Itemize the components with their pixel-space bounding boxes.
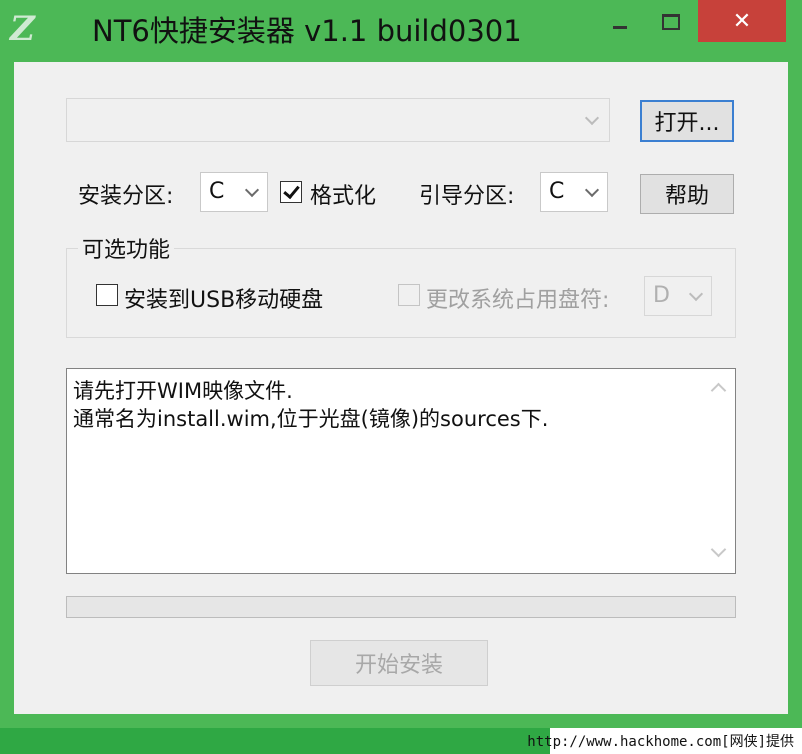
usb-install-label: 安装到USB移动硬盘 [124,288,324,313]
start-install-button[interactable]: 开始安装 [310,640,488,686]
maximize-icon [662,14,680,30]
open-button[interactable]: 打开... [640,100,734,142]
scroll-down-icon[interactable] [710,541,727,558]
format-label: 格式化 [310,184,377,209]
message-line: 通常名为install.wim,位于光盘(镜像)的sources下. [73,407,549,431]
help-button[interactable]: 帮助 [640,174,734,214]
title-bar[interactable]: Z NT6快捷安装器 v1.1 build0301 ✕ [0,0,802,62]
app-window: Z NT6快捷安装器 v1.1 build0301 ✕ 打开... 安装分区: … [0,0,802,728]
install-partition-select[interactable]: C [200,172,268,212]
maximize-button[interactable] [646,2,696,42]
minimize-button[interactable] [594,2,646,42]
source-credit-bar: http://www.hackhome.com[网侠]提供 [0,728,802,754]
close-icon: ✕ [732,8,752,34]
scroll-up-icon[interactable] [710,382,727,399]
install-partition-label: 安装分区: [78,184,174,209]
format-checkbox[interactable] [280,181,302,203]
drive-letter-value: D [653,283,670,308]
app-logo-icon: Z [10,9,35,49]
chevron-down-icon [244,182,260,198]
change-drive-letter-label: 更改系统占用盘符: [426,288,610,313]
boot-partition-label: 引导分区: [419,184,515,209]
footer-accent [0,728,550,754]
install-progress-bar [66,596,736,618]
chevron-down-icon [584,182,600,198]
chevron-down-icon [584,110,600,126]
usb-install-checkbox[interactable] [96,284,118,306]
source-credit[interactable]: http://www.hackhome.com[网侠]提供 [527,731,794,751]
window-title: NT6快捷安装器 v1.1 build0301 [92,14,522,48]
message-line: 请先打开WIM映像文件. [73,379,293,403]
boot-partition-value: C [549,179,565,204]
chevron-down-icon [688,286,704,302]
close-button[interactable]: ✕ [698,0,786,42]
wim-path-combobox[interactable] [66,98,610,142]
minimize-icon [613,25,627,29]
change-drive-letter-checkbox[interactable] [398,284,420,306]
drive-letter-select[interactable]: D [644,276,712,316]
message-log[interactable]: 请先打开WIM映像文件. 通常名为install.wim,位于光盘(镜像)的so… [66,368,736,574]
message-log-scrollbar[interactable] [701,369,735,573]
install-partition-value: C [209,179,225,204]
optional-features-legend: 可选功能 [78,232,175,264]
boot-partition-select[interactable]: C [540,172,608,212]
dialog-client-area: 打开... 安装分区: C 格式化 引导分区: C 帮助 可选功能 安装到USB… [14,62,788,714]
